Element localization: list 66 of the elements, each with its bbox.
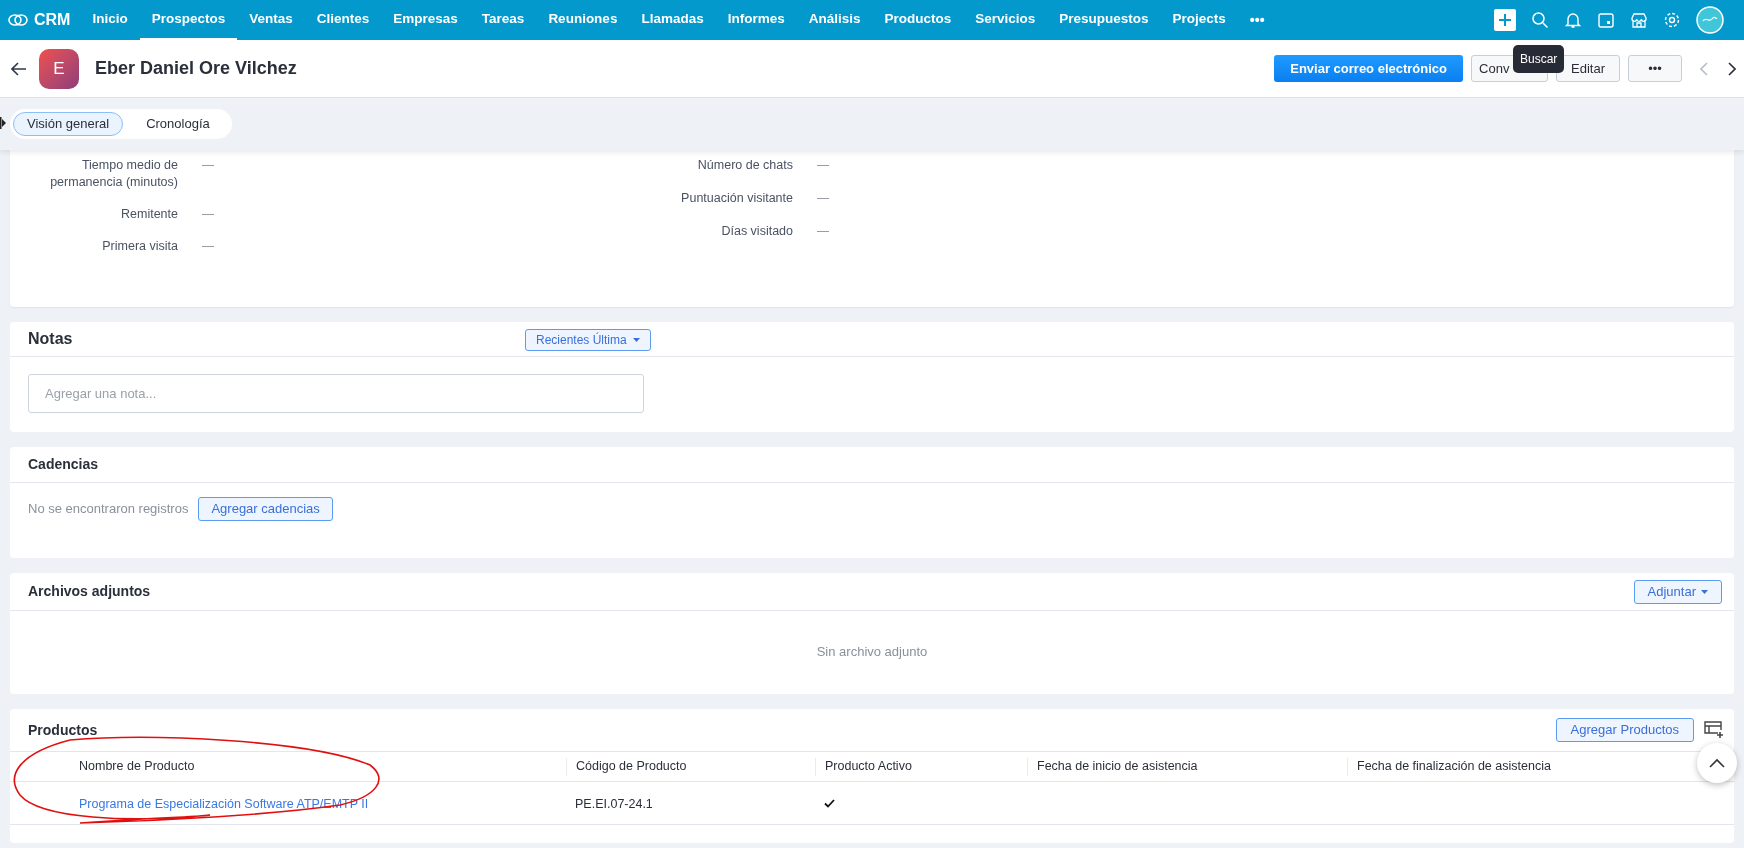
section-title: Notas (28, 329, 73, 349)
view-tab[interactable]: Cronología (127, 112, 229, 136)
search-icon[interactable] (1531, 11, 1549, 29)
caret-icon (632, 338, 640, 342)
nav-tab[interactable]: Projects (1160, 0, 1238, 40)
tooltip: Buscar (1513, 45, 1565, 73)
attach-dropdown[interactable]: Adjuntar (1633, 579, 1722, 604)
record-avatar: E (39, 48, 79, 89)
field-label: Tiempo medio de permanencia (minutos) (49, 157, 178, 191)
field-value: — (202, 206, 214, 223)
nav-tab[interactable]: Ventas (237, 0, 305, 40)
cloud-logo-icon (8, 13, 28, 27)
nav-tab[interactable]: Servicios (963, 0, 1048, 40)
nav-tab[interactable]: Llamadas (629, 0, 716, 40)
note-input-field[interactable]: Agregar una nota... (28, 374, 644, 413)
section-title: Cadencias (28, 455, 99, 474)
add-products-button[interactable]: Agregar Productos (1555, 718, 1694, 742)
table-add-icon[interactable] (1704, 721, 1724, 739)
nav-tab[interactable]: Tareas (469, 0, 537, 40)
section-title: Productos (28, 720, 98, 740)
nav-tab[interactable]: Reuniones (536, 0, 630, 40)
back-arrow-icon[interactable] (11, 61, 27, 76)
column-header: Fecha de finalización de asistencia (1357, 758, 1551, 776)
store-icon[interactable] (1630, 11, 1648, 29)
field-value: — (817, 223, 829, 240)
nav-tab[interactable]: Productos (872, 0, 964, 40)
empty-message: Sin archivo adjunto (816, 643, 928, 662)
sort-dropdown[interactable]: Recientes Última (525, 329, 651, 351)
field-label: Remitente (120, 206, 178, 223)
column-header: Fecha de inicio de asistencia (1037, 758, 1198, 776)
calendar-icon[interactable] (1597, 11, 1615, 29)
action-button[interactable]: Editar (1556, 55, 1620, 82)
action-button[interactable]: ••• (1628, 55, 1682, 82)
field-value: — (817, 190, 829, 207)
nav-tab[interactable]: Presupuestos (1047, 0, 1161, 40)
nav-tab[interactable]: Empresas (381, 0, 470, 40)
field-value: — (202, 157, 214, 174)
avatar-icon[interactable] (1696, 6, 1724, 34)
nav-tab[interactable]: Informes (715, 0, 797, 40)
field-value: — (202, 238, 214, 255)
empty-message: No se encontraron registros (28, 500, 189, 519)
bell-icon[interactable] (1564, 11, 1582, 29)
field-label: Días visitado (720, 223, 793, 240)
column-header: Producto Activo (825, 758, 912, 776)
nav-tab[interactable]: Inicio (80, 0, 140, 40)
app-logo-text[interactable]: CRM (34, 8, 71, 32)
column-header: Código de Producto (576, 758, 687, 776)
section-title: Archivos adjuntos (28, 582, 151, 601)
record-name: Eber Daniel Ore Vilchez (95, 57, 297, 80)
nav-tab[interactable]: Clientes (304, 0, 382, 40)
nav-tab[interactable]: Análisis (796, 0, 873, 40)
field-value: — (817, 157, 829, 174)
collapse-handle-icon[interactable] (0, 117, 6, 129)
more-menu[interactable]: ••• (1237, 0, 1277, 40)
field-label: Puntuación visitante (680, 190, 793, 207)
add-cadences-button[interactable]: Agregar cadencias (198, 497, 333, 521)
table-cell: PE.EI.07-24.1 (575, 797, 653, 811)
field-label: Primera visita (101, 238, 178, 255)
view-tab[interactable]: Visión general (13, 112, 124, 136)
caret-icon (1701, 589, 1708, 594)
chevron-up-icon (1709, 758, 1725, 768)
settings-icon[interactable] (1663, 11, 1681, 29)
send-email-button[interactable]: Enviar correo electrónico (1274, 55, 1464, 82)
column-header: Nombre de Producto (79, 758, 195, 776)
field-label: Número de chats (696, 157, 793, 174)
plus-icon[interactable] (1494, 9, 1516, 31)
